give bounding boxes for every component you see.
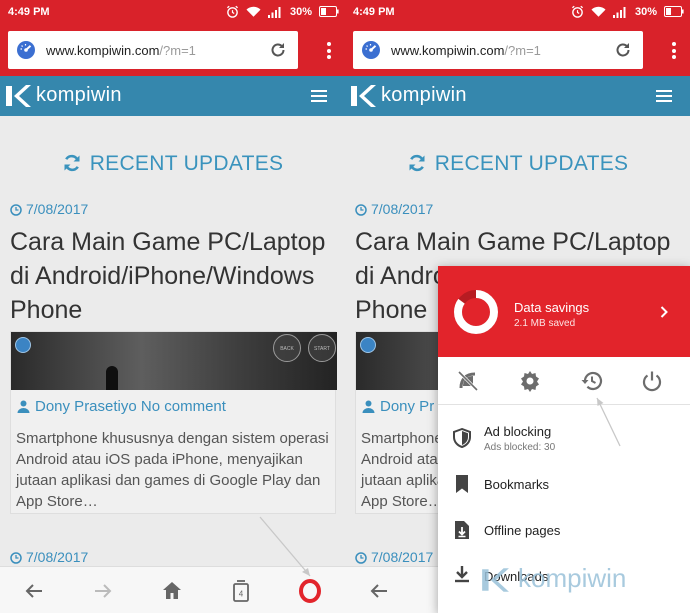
alarm-icon <box>571 5 583 18</box>
speed-dial-icon[interactable] <box>361 40 381 60</box>
tabs-icon[interactable]: 4 <box>229 579 253 603</box>
bookmarks-label: Bookmarks <box>484 477 550 492</box>
overflow-menu-icon[interactable] <box>327 42 332 59</box>
post-author[interactable]: Dony Pr <box>362 398 434 415</box>
wifi-icon <box>591 6 606 17</box>
site-header: kompiwin <box>0 76 345 116</box>
kompiwin-logo[interactable] <box>349 82 377 110</box>
address-bar-area: www.kompiwin.com/?m=1 <box>345 24 690 76</box>
tab-count: 4 <box>239 590 244 599</box>
download-icon <box>455 566 469 583</box>
battery-icon <box>319 6 339 17</box>
clock-icon <box>10 204 22 216</box>
battery-percent: 30% <box>634 5 657 18</box>
hamburger-menu-icon[interactable] <box>656 90 672 102</box>
settings-icon[interactable] <box>518 369 542 393</box>
history-icon[interactable] <box>580 369 604 393</box>
clock-icon <box>355 204 367 216</box>
share-badge-icon <box>15 337 31 353</box>
offline-pages-label: Offline pages <box>484 523 561 538</box>
back-arrow-icon[interactable] <box>22 579 46 603</box>
section-heading: RECENT UPDATES <box>0 152 345 176</box>
shield-icon <box>453 428 471 448</box>
battery-percent: 30% <box>289 5 312 18</box>
refresh-icon <box>64 154 80 172</box>
status-time: 4:49 PM <box>353 6 395 18</box>
speed-dial-icon[interactable] <box>16 40 36 60</box>
menu-item-ad-blocking[interactable]: Ad blocking Ads blocked: 30 <box>438 416 690 462</box>
site-header: kompiwin <box>345 76 690 116</box>
satellite-off-icon[interactable] <box>456 369 480 393</box>
game-character <box>106 366 118 390</box>
power-icon[interactable] <box>640 369 664 393</box>
reload-icon[interactable] <box>268 40 288 60</box>
address-bar-area: www.kompiwin.com/?m=1 <box>0 24 345 76</box>
post-card[interactable]: BACK START Dony Prasetiyo No comment Sma… <box>10 331 337 514</box>
status-bar: 4:49 PM 30% <box>0 0 345 24</box>
user-icon <box>362 400 375 413</box>
data-savings-ring <box>454 290 498 334</box>
clock-icon <box>355 552 367 564</box>
ads-blocked-count: Ads blocked: 30 <box>484 442 556 453</box>
signal-icon <box>612 6 626 18</box>
post-excerpt: Smartphone khususnya dengan sistem opera… <box>16 430 329 510</box>
data-savings-title[interactable]: Data savings <box>514 300 589 315</box>
post-comments[interactable]: No comment <box>141 398 226 415</box>
thumb-back-button: BACK <box>273 334 301 362</box>
share-badge-icon <box>360 337 376 353</box>
address-bar[interactable]: www.kompiwin.com/?m=1 <box>353 31 643 69</box>
post-date[interactable]: 7/08/2017 <box>355 201 433 217</box>
user-icon <box>17 400 30 413</box>
opera-menu-icon[interactable] <box>298 579 322 603</box>
chevron-right-icon[interactable] <box>660 306 668 318</box>
menu-item-offline-pages[interactable]: Offline pages <box>438 508 690 554</box>
status-bar: 4:49 PM 30% <box>345 0 690 24</box>
post-author[interactable]: Dony Prasetiyo No comment <box>17 398 226 415</box>
offline-page-icon <box>455 521 469 539</box>
menu-item-bookmarks[interactable]: Bookmarks <box>438 462 690 508</box>
ad-blocking-label: Ad blocking <box>484 424 552 439</box>
forward-arrow-icon[interactable] <box>91 579 115 603</box>
kompiwin-logo[interactable] <box>4 82 32 110</box>
post-thumbnail[interactable]: BACK START <box>11 332 337 390</box>
data-savings-panel[interactable]: Data savings 2.1 MB saved <box>438 266 690 357</box>
bookmark-icon <box>456 475 468 493</box>
signal-icon <box>267 6 281 18</box>
url-text[interactable]: www.kompiwin.com/?m=1 <box>391 43 541 58</box>
site-name[interactable]: kompiwin <box>36 84 122 107</box>
screen-left: 4:49 PM 30% www.kompiwin.com/?m=1 kompiw… <box>0 0 345 613</box>
post-title[interactable]: Cara Main Game PC/Laptop di Android/iPho… <box>10 225 340 327</box>
back-arrow-icon[interactable] <box>367 579 391 603</box>
thumb-start-button: START <box>308 334 336 362</box>
home-icon[interactable] <box>160 579 184 603</box>
bottom-toolbar: 4 <box>0 566 345 613</box>
opera-main-menu: Data savings 2.1 MB saved Ad blocking Ad… <box>438 266 690 613</box>
wifi-icon <box>246 6 261 17</box>
clock-icon <box>10 552 22 564</box>
battery-icon <box>664 6 684 17</box>
next-post-date[interactable]: 7/08/2017 <box>355 549 433 565</box>
url-text[interactable]: www.kompiwin.com/?m=1 <box>46 43 196 58</box>
section-heading: RECENT UPDATES <box>345 152 690 176</box>
overflow-menu-icon[interactable] <box>672 42 677 59</box>
site-name[interactable]: kompiwin <box>381 84 467 107</box>
address-bar[interactable]: www.kompiwin.com/?m=1 <box>8 31 298 69</box>
post-date[interactable]: 7/08/2017 <box>10 201 88 217</box>
reload-icon[interactable] <box>613 40 633 60</box>
kompiwin-watermark: kompiwin <box>482 563 626 594</box>
hamburger-menu-icon[interactable] <box>311 90 327 102</box>
status-time: 4:49 PM <box>8 6 50 18</box>
menu-icon-row <box>438 357 690 405</box>
kompiwin-watermark-logo <box>482 568 509 592</box>
next-post-date[interactable]: 7/08/2017 <box>10 549 88 565</box>
refresh-icon <box>409 154 425 172</box>
alarm-icon <box>226 5 238 18</box>
data-savings-amount: 2.1 MB saved <box>514 318 576 329</box>
